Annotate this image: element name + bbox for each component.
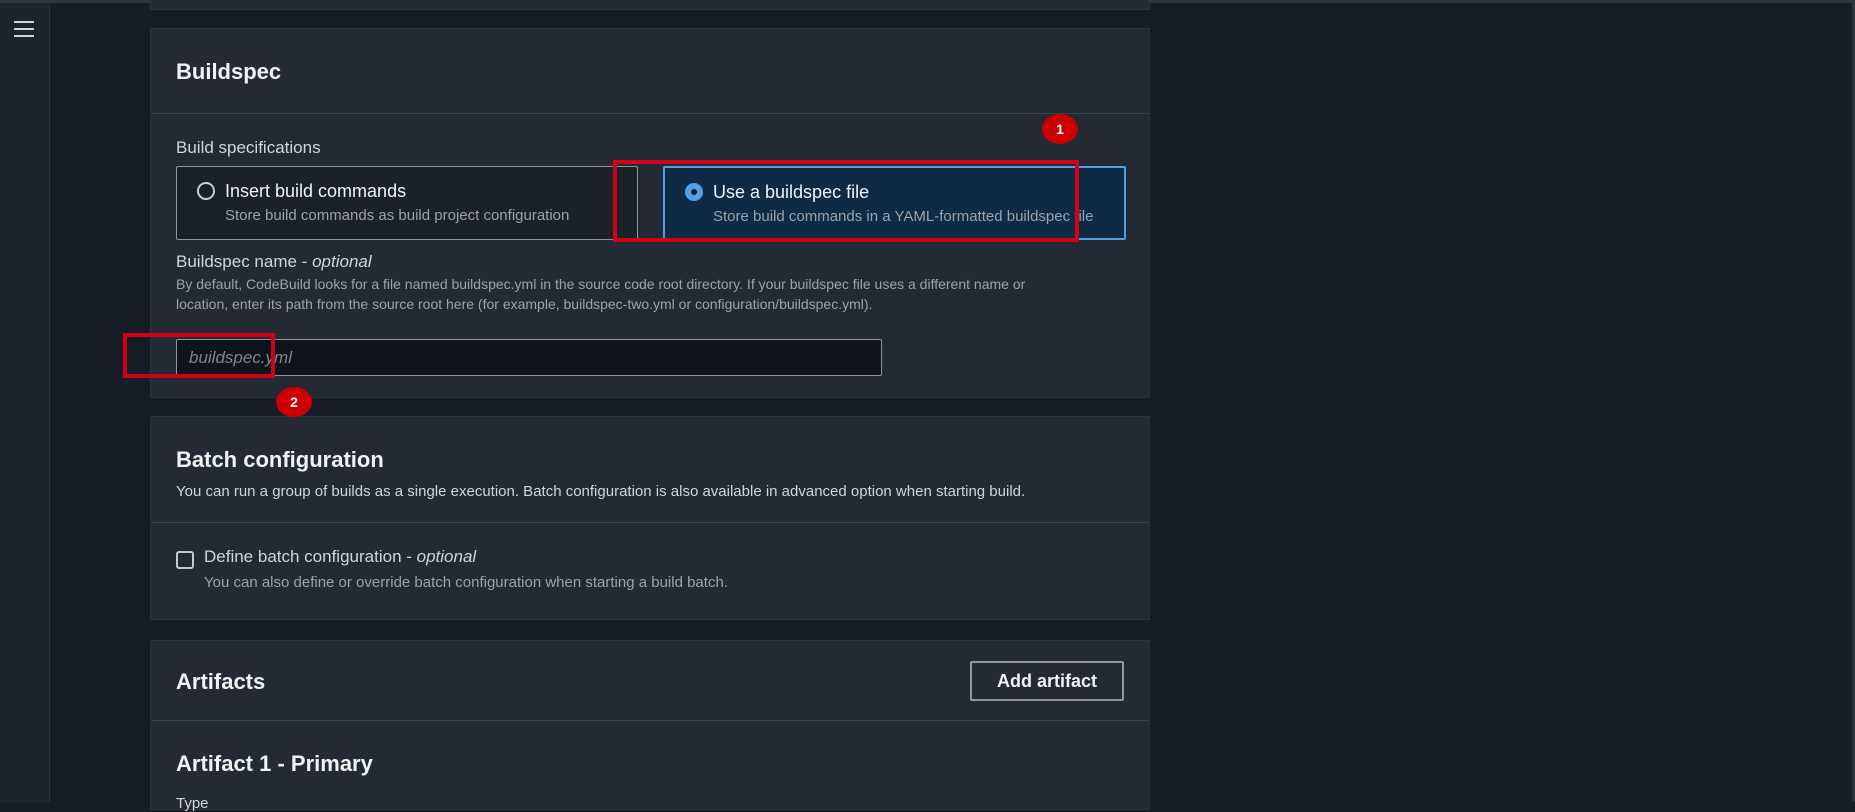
- buildspec-name-description: By default, CodeBuild looks for a file n…: [176, 274, 1126, 314]
- insert-build-commands-radio[interactable]: [197, 182, 215, 200]
- batch-configuration-panel: Batch configuration You can run a group …: [150, 416, 1150, 620]
- buildspec-name-optional: optional: [312, 252, 372, 271]
- define-batch-description: You can also define or override batch co…: [204, 574, 728, 591]
- add-artifact-button[interactable]: Add artifact: [969, 661, 1124, 701]
- insert-build-commands-desc: Store build commands as build project co…: [225, 207, 570, 224]
- batch-subtitle: You can run a group of builds as a singl…: [176, 483, 1026, 500]
- buildspec-panel: Buildspec Build specifications Insert bu…: [150, 28, 1150, 398]
- buildspec-name-label: Buildspec name - optional: [176, 252, 372, 272]
- artifact-type-label: Type: [176, 795, 209, 812]
- build-specifications-label: Build specifications: [176, 138, 321, 157]
- artifact-1-primary-title: Artifact 1 - Primary: [176, 751, 373, 776]
- define-batch-label-text: Define batch configuration -: [204, 547, 417, 566]
- use-buildspec-file-radio[interactable]: [685, 183, 703, 201]
- define-batch-configuration-label: Define batch configuration - optional: [204, 547, 476, 567]
- buildspec-name-input[interactable]: [176, 339, 882, 376]
- annotation-badge-2: 2: [276, 387, 312, 417]
- buildspec-title: Buildspec: [176, 59, 282, 84]
- buildspec-name-desc-line-2: location, enter its path from the source…: [176, 296, 873, 312]
- previous-panel-edge: [150, 0, 1150, 10]
- define-batch-configuration-checkbox[interactable]: [176, 551, 194, 569]
- buildspec-name-desc-line-1: By default, CodeBuild looks for a file n…: [176, 276, 1026, 292]
- annotation-badge-1: 1: [1042, 114, 1078, 144]
- batch-panel-body: Define batch configuration - optional Yo…: [151, 523, 1149, 619]
- use-buildspec-file-desc: Store build commands in a YAML-formatted…: [713, 208, 1094, 225]
- artifacts-panel: Artifacts Add artifact Artifact 1 - Prim…: [150, 640, 1150, 812]
- define-batch-optional: optional: [416, 547, 477, 566]
- insert-build-commands-title: Insert build commands: [225, 181, 407, 201]
- buildspec-panel-header: Buildspec: [151, 29, 1149, 114]
- use-buildspec-file-option[interactable]: Use a buildspec file Store build command…: [663, 166, 1126, 240]
- artifacts-panel-header: Artifacts Add artifact: [151, 641, 1149, 721]
- batch-panel-header: Batch configuration You can run a group …: [151, 417, 1149, 523]
- artifacts-panel-body: Artifact 1 - Primary Type: [151, 721, 1149, 812]
- batch-title: Batch configuration: [176, 447, 384, 472]
- buildspec-name-label-text: Buildspec name -: [176, 252, 313, 271]
- hamburger-menu-icon[interactable]: [14, 21, 34, 39]
- buildspec-panel-body: Build specifications Insert build comman…: [151, 114, 1149, 397]
- use-buildspec-file-title: Use a buildspec file: [713, 182, 870, 202]
- main-content: Buildspec Build specifications Insert bu…: [50, 0, 1855, 812]
- insert-build-commands-option[interactable]: Insert build commands Store build comman…: [176, 166, 638, 240]
- sidebar: [0, 3, 50, 802]
- artifacts-title: Artifacts: [176, 669, 266, 694]
